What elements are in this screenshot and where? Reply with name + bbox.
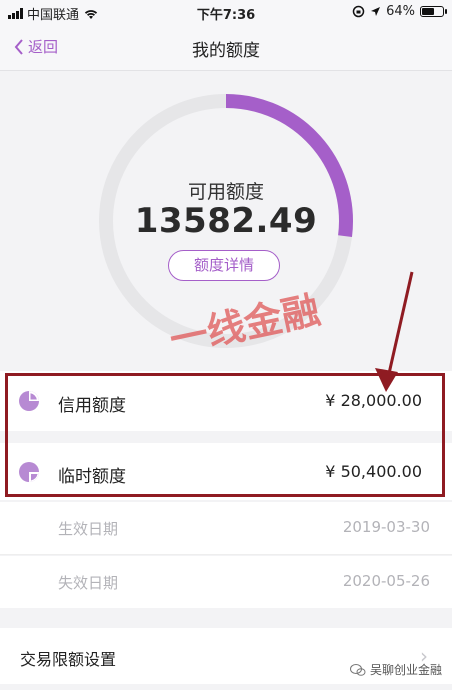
status-right: 64%: [352, 4, 447, 19]
rotation-lock-icon: [352, 5, 365, 18]
nav-bar: 返回 我的额度: [0, 24, 452, 71]
credit-detail-button[interactable]: 额度详情: [168, 250, 280, 281]
battery-icon: [420, 6, 447, 17]
highlight-box: [5, 373, 445, 497]
footer-account-name: 吴聊创业金融: [369, 663, 442, 677]
effective-date-value: 2019-03-30: [342, 518, 430, 536]
footer-watermark: 吴聊创业金融: [349, 661, 442, 678]
status-bar: 中国联通 下午7:36 64%: [0, 0, 452, 24]
location-icon: [371, 7, 381, 16]
expiry-date-value: 2020-05-26: [342, 572, 430, 590]
available-credit-label: 可用额度: [187, 181, 264, 203]
effective-date-label: 生效日期: [58, 520, 119, 538]
effective-date-row: 生效日期 2019-03-30: [0, 502, 452, 555]
wechat-icon: [349, 663, 366, 676]
transaction-limit-label: 交易限额设置: [20, 650, 117, 669]
page-title: 我的额度: [192, 41, 260, 61]
battery-percent: 64%: [386, 4, 415, 19]
expiry-date-row: 失效日期 2020-05-26: [0, 556, 452, 608]
available-credit-panel: 可用额度 13582.49 额度详情: [0, 71, 452, 366]
expiry-date-label: 失效日期: [58, 574, 119, 592]
available-credit-amount: 13582.49: [134, 201, 318, 241]
